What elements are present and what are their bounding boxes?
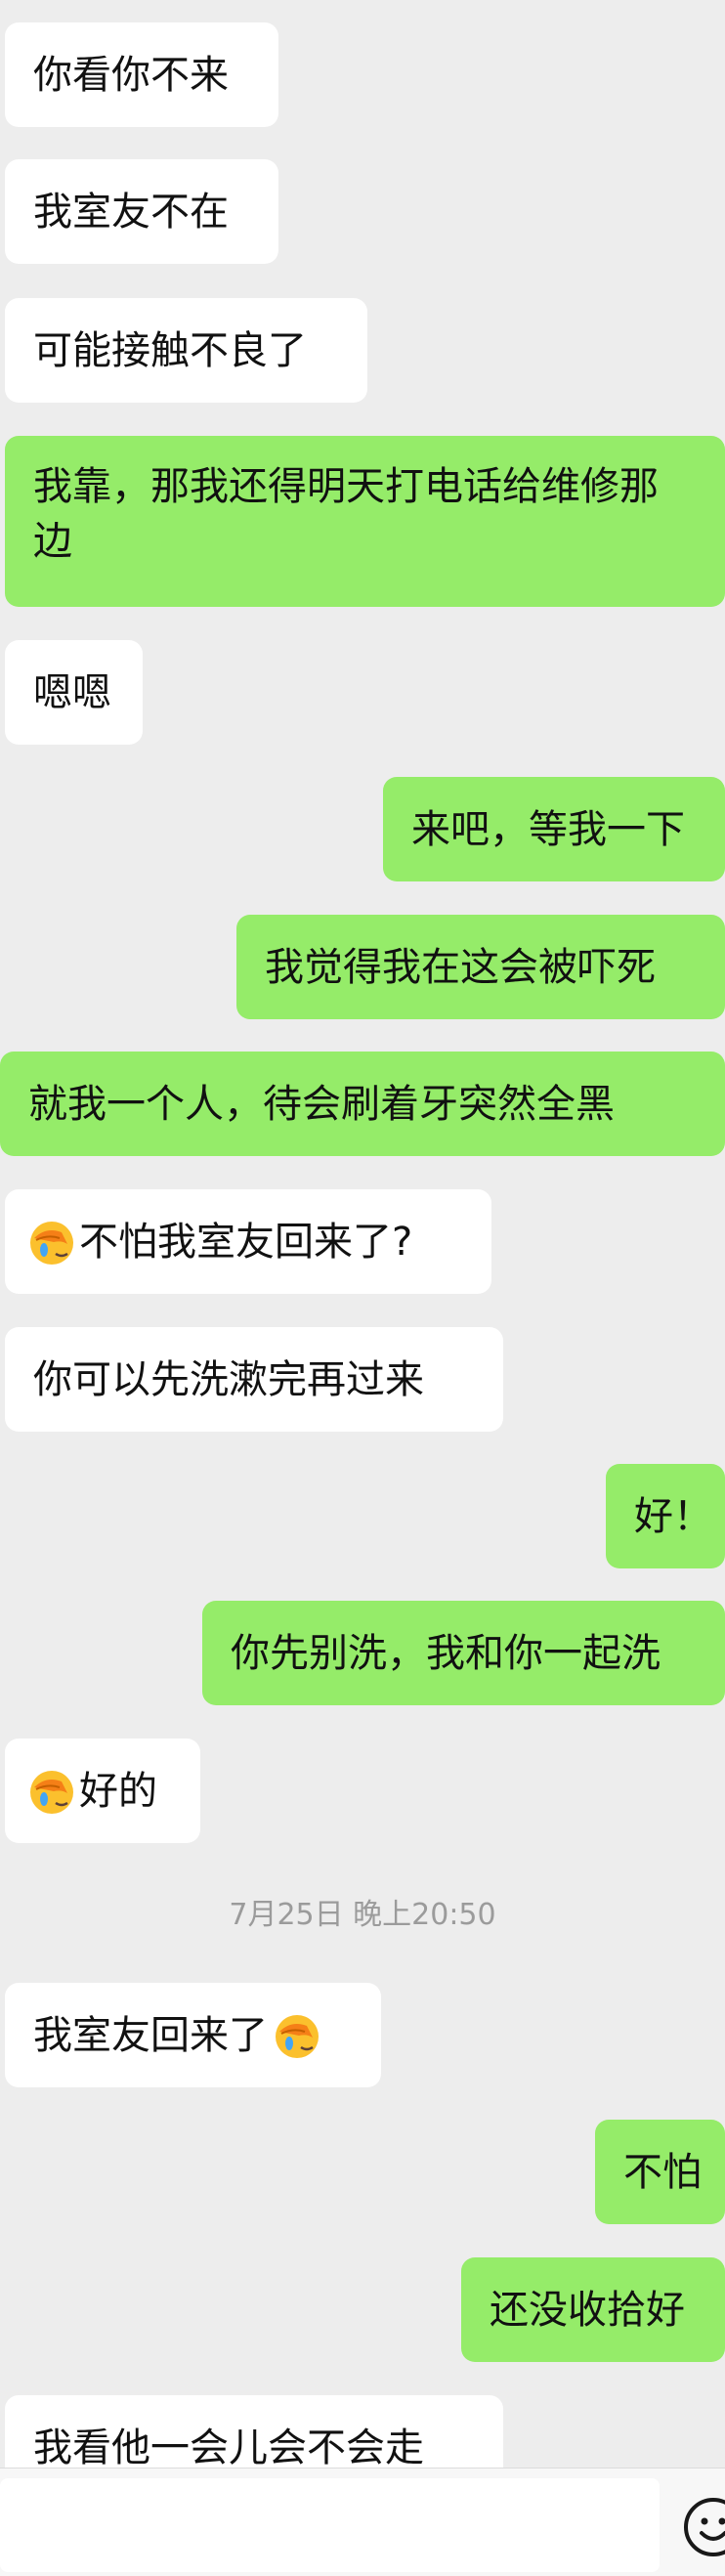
message-bubble-outgoing[interactable]: 来吧，等我一下: [383, 777, 725, 881]
message-bubble-outgoing[interactable]: 我觉得我在这会被吓死: [236, 915, 725, 1019]
message-text: 就我一个人，待会刷着牙突然全黑: [28, 1077, 615, 1132]
message-bubble-outgoing[interactable]: 不怕: [595, 2120, 725, 2224]
message-bubble-incoming[interactable]: 可能接触不良了: [5, 298, 367, 403]
message-input[interactable]: [0, 2478, 660, 2572]
message-bubble-outgoing[interactable]: 好！: [606, 1464, 725, 1568]
message-bubble-outgoing[interactable]: 还没收拾好: [461, 2257, 725, 2362]
message-text: 好！: [634, 1489, 712, 1544]
message-bubble-incoming[interactable]: 你可以先洗漱完再过来: [5, 1327, 503, 1432]
message-text: 我室友不在: [33, 185, 229, 239]
message-text: 不怕: [623, 2145, 702, 2200]
message-text: 我靠，那我还得明天打电话给维修那边: [33, 459, 697, 569]
smiley-icon[interactable]: [682, 2496, 725, 2558]
chat-message-list[interactable]: 你看你不来 我室友不在 可能接触不良了 我靠，那我还得明天打电话给维修那边 嗯嗯…: [0, 0, 725, 2468]
message-bubble-outgoing[interactable]: 你先别洗，我和你一起洗: [202, 1601, 725, 1705]
facepalm-emoji-icon: [272, 2010, 322, 2061]
message-bubble-outgoing[interactable]: 我靠，那我还得明天打电话给维修那边: [5, 436, 725, 607]
input-bar: [0, 2468, 725, 2576]
message-text: 我觉得我在这会被吓死: [265, 940, 656, 995]
message-text: 不怕我室友回来了?: [79, 1215, 412, 1269]
message-text: 我看他一会儿会不会走: [33, 2421, 424, 2469]
message-bubble-incoming[interactable]: 你看你不来: [5, 22, 278, 127]
message-bubble-incoming[interactable]: 好的: [5, 1739, 200, 1843]
facepalm-emoji-icon: [26, 1766, 77, 1817]
message-text: 嗯嗯: [33, 665, 111, 720]
message-text: 你先别洗，我和你一起洗: [231, 1626, 661, 1681]
message-text: 可能接触不良了: [33, 323, 307, 378]
chat-timestamp: 7月25日 晚上20:50: [0, 1896, 725, 1935]
message-bubble-incoming[interactable]: 不怕我室友回来了?: [5, 1189, 491, 1294]
message-text: 你看你不来: [33, 48, 229, 103]
message-bubble-incoming[interactable]: 嗯嗯: [5, 640, 143, 745]
message-bubble-incoming[interactable]: 我室友回来了: [5, 1983, 381, 2087]
message-bubble-incoming[interactable]: 我看他一会儿会不会走: [5, 2395, 503, 2468]
message-bubble-outgoing[interactable]: 就我一个人，待会刷着牙突然全黑: [0, 1052, 725, 1156]
message-text: 还没收拾好: [490, 2283, 685, 2338]
facepalm-emoji-icon: [26, 1217, 77, 1267]
message-text: 来吧，等我一下: [411, 802, 685, 857]
message-bubble-incoming[interactable]: 我室友不在: [5, 159, 278, 264]
message-text: 好的: [79, 1764, 157, 1819]
message-text: 你可以先洗漱完再过来: [33, 1352, 424, 1407]
message-text: 我室友回来了: [33, 2008, 268, 2063]
